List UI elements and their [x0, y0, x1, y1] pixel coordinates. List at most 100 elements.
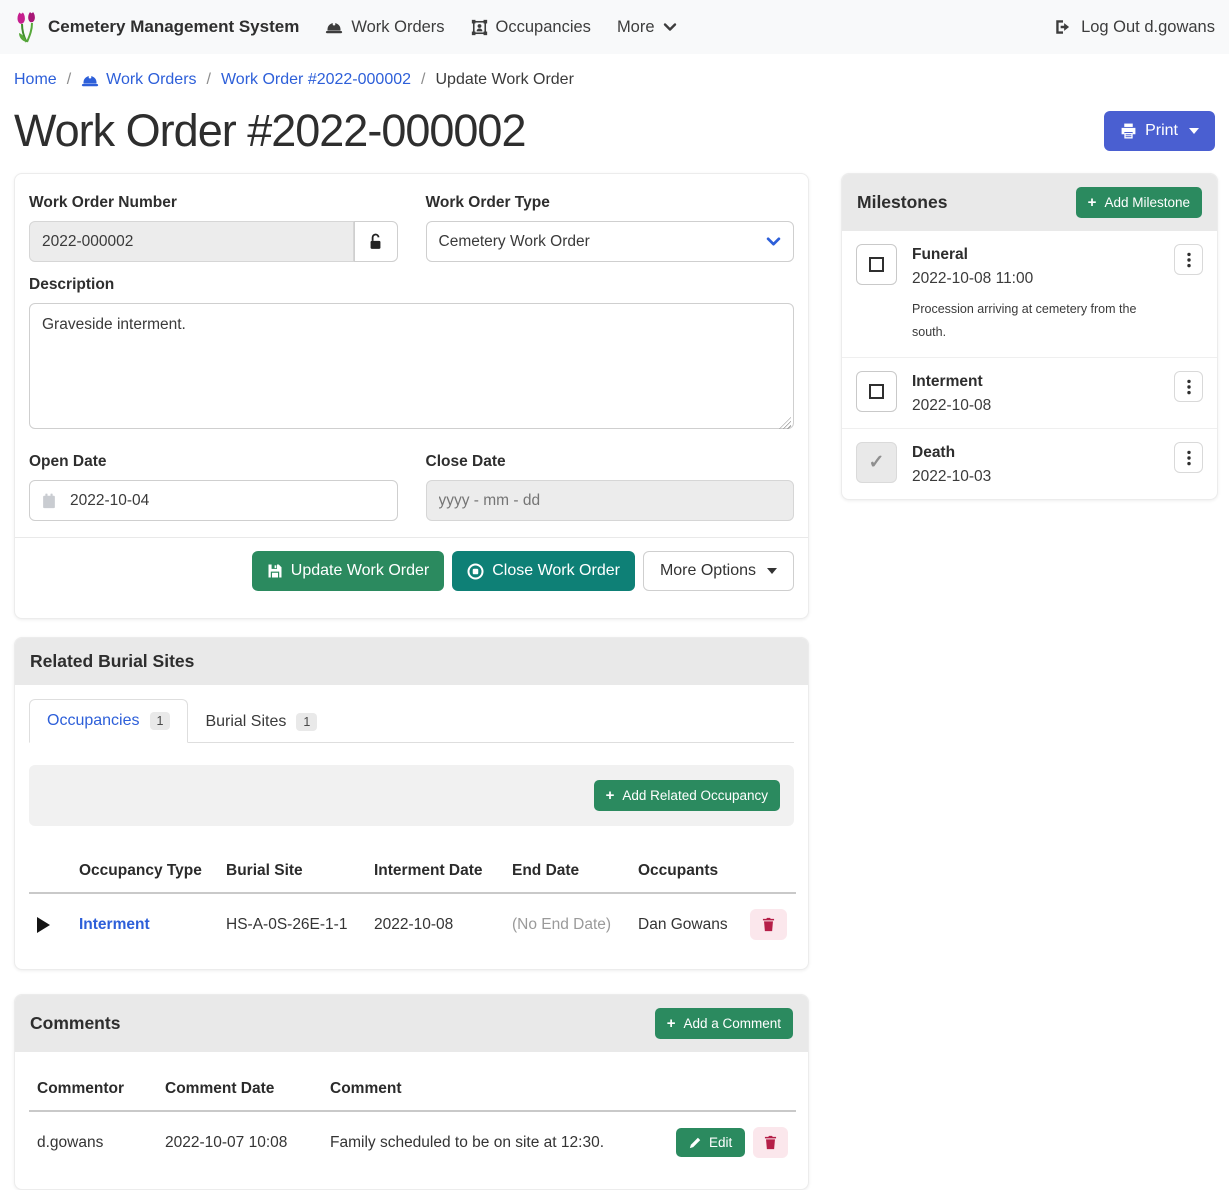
commentor-cell: d.gowans: [29, 1111, 157, 1173]
milestone-item-interment: Interment 2022-10-08: [842, 358, 1217, 429]
milestone-date: 2022-10-08 11:00: [912, 270, 1203, 288]
print-button[interactable]: Print: [1104, 111, 1215, 151]
comment-text-cell: Family scheduled to be on site at 12:30.: [322, 1111, 668, 1173]
unlock-button[interactable]: [354, 221, 397, 262]
delete-comment-button[interactable]: [753, 1127, 788, 1158]
end-date-cell: (No End Date): [504, 893, 630, 955]
close-work-order-button[interactable]: Close Work Order: [452, 551, 635, 591]
app-brand[interactable]: Cemetery Management System: [14, 11, 299, 44]
milestone-menu-button[interactable]: [1174, 244, 1203, 275]
caret-down-icon: [767, 568, 777, 574]
work-order-number-input: [29, 221, 354, 262]
add-related-occupancy-button[interactable]: + Add Related Occupancy: [594, 780, 780, 811]
tab-occupancies[interactable]: Occupancies 1: [29, 699, 188, 743]
burial-site-cell: HS-A-0S-26E-1-1: [218, 893, 366, 955]
breadcrumb-current: Update Work Order: [435, 71, 573, 89]
milestone-date: 2022-10-08: [912, 397, 1203, 415]
more-options-button[interactable]: More Options: [643, 551, 794, 591]
burial-sites-count-badge: 1: [296, 713, 317, 731]
check-icon: ✓: [869, 451, 885, 474]
breadcrumb: Home / Work Orders / Work Order #2022-00…: [0, 54, 1229, 103]
col-comment: Comment: [322, 1070, 668, 1111]
update-work-order-button[interactable]: Update Work Order: [252, 551, 444, 591]
plus-icon: +: [667, 1016, 676, 1031]
occupancies-table: Occupancy Type Burial Site Interment Dat…: [29, 852, 796, 955]
unlock-icon: [368, 233, 383, 251]
hard-hat-icon: [81, 72, 99, 88]
comments-title: Comments: [30, 1013, 120, 1034]
milestone-item-funeral: Funeral 2022-10-08 11:00 Procession arri…: [842, 231, 1217, 358]
col-comment-date: Comment Date: [157, 1070, 322, 1111]
comments-table: Commentor Comment Date Comment d.gowans …: [29, 1070, 796, 1173]
chevron-down-icon: [766, 236, 781, 247]
close-date-label: Close Date: [426, 453, 795, 471]
col-end-date: End Date: [504, 852, 630, 893]
description-textarea[interactable]: [29, 303, 794, 429]
trash-icon: [764, 1135, 777, 1150]
logout-button[interactable]: Log Out d.gowans: [1054, 18, 1215, 37]
occupancy-type-link[interactable]: Interment: [79, 916, 150, 933]
milestone-date: 2022-10-03: [912, 468, 1203, 486]
occupants-cell: Dan Gowans: [630, 893, 742, 955]
work-order-type-label: Work Order Type: [426, 194, 795, 212]
breadcrumb-work-orders[interactable]: Work Orders: [81, 71, 196, 89]
milestone-title: Funeral: [912, 246, 1203, 264]
milestone-menu-button[interactable]: [1174, 371, 1203, 402]
breadcrumb-work-order-number[interactable]: Work Order #2022-000002: [221, 71, 411, 89]
page-title: Work Order #2022-000002: [14, 105, 526, 157]
expand-row-button[interactable]: [37, 917, 50, 933]
nav-work-orders[interactable]: Work Orders: [325, 18, 444, 37]
tab-burial-sites[interactable]: Burial Sites 1: [188, 701, 334, 743]
kebab-icon: [1187, 379, 1191, 395]
occupancies-toolbar: + Add Related Occupancy: [29, 765, 794, 826]
trash-icon: [762, 917, 775, 932]
caret-down-icon: [1189, 128, 1199, 134]
work-order-type-select[interactable]: Cemetery Work Order: [426, 221, 795, 262]
nav-more[interactable]: More: [617, 18, 677, 37]
interment-date-cell: 2022-10-08: [366, 893, 504, 955]
pencil-icon: [689, 1137, 701, 1149]
occupancies-count-badge: 1: [150, 712, 171, 730]
edit-comment-button[interactable]: Edit: [676, 1128, 745, 1157]
work-order-form-card: Work Order Number: [14, 173, 809, 619]
plus-icon: +: [606, 788, 615, 803]
stop-circle-icon: [467, 563, 484, 580]
milestone-checkbox[interactable]: [856, 371, 897, 412]
chevron-down-icon: [663, 22, 677, 32]
milestone-title: Death: [912, 444, 1203, 462]
col-occupancy-type: Occupancy Type: [71, 852, 218, 893]
work-order-number-label: Work Order Number: [29, 194, 398, 212]
app-title: Cemetery Management System: [48, 17, 299, 37]
delete-occupancy-button[interactable]: [750, 909, 787, 940]
milestones-card: Milestones + Add Milestone Funeral 2022-…: [841, 173, 1218, 500]
close-date-input: [426, 480, 795, 521]
milestone-menu-button[interactable]: [1174, 442, 1203, 473]
occupancy-row: Interment HS-A-0S-26E-1-1 2022-10-08 (No…: [29, 893, 796, 955]
add-milestone-button[interactable]: + Add Milestone: [1076, 187, 1202, 218]
save-icon: [267, 563, 283, 579]
milestone-checkbox-checked[interactable]: ✓: [856, 442, 897, 483]
tulip-logo-icon: [14, 11, 39, 44]
description-label: Description: [29, 276, 794, 294]
related-tabs: Occupancies 1 Burial Sites 1: [29, 699, 794, 743]
col-burial-site: Burial Site: [218, 852, 366, 893]
milestone-item-death: ✓ Death 2022-10-03: [842, 429, 1217, 499]
plus-icon: +: [1088, 195, 1097, 210]
milestone-description: Procession arriving at cemetery from the…: [912, 298, 1144, 344]
col-occupants: Occupants: [630, 852, 742, 893]
milestones-title: Milestones: [857, 192, 947, 213]
kebab-icon: [1187, 450, 1191, 466]
milestone-title: Interment: [912, 373, 1203, 391]
col-interment-date: Interment Date: [366, 852, 504, 893]
open-date-input[interactable]: 2022-10-04: [29, 480, 398, 521]
nav-occupancies[interactable]: Occupancies: [471, 18, 591, 37]
milestone-checkbox[interactable]: [856, 244, 897, 285]
col-commentor: Commentor: [29, 1070, 157, 1111]
comment-date-cell: 2022-10-07 10:08: [157, 1111, 322, 1173]
add-comment-button[interactable]: + Add a Comment: [655, 1008, 793, 1039]
printer-icon: [1120, 123, 1137, 139]
related-burial-sites-card: Related Burial Sites Occupancies 1 Buria…: [14, 637, 809, 970]
occupancy-icon: [471, 19, 488, 36]
breadcrumb-home[interactable]: Home: [14, 71, 57, 89]
open-date-label: Open Date: [29, 453, 398, 471]
